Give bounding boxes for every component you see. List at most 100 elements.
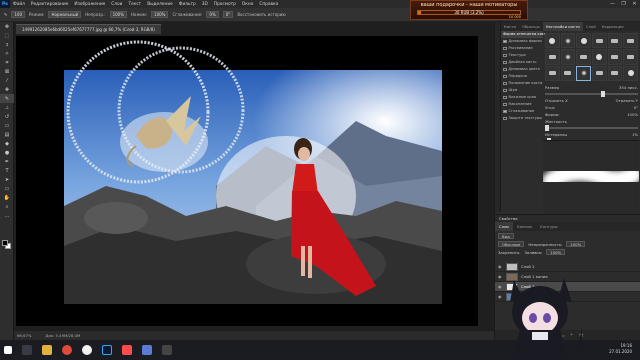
menu-edit[interactable]: Редактирование xyxy=(28,2,72,7)
explorer-icon[interactable] xyxy=(42,345,52,355)
brush-setting-texture[interactable]: Текстура xyxy=(501,52,543,59)
type-tool-icon[interactable]: T xyxy=(0,166,14,175)
brush-preset[interactable] xyxy=(607,33,623,49)
brush-preset[interactable] xyxy=(607,49,623,65)
brush-preset[interactable] xyxy=(560,49,576,65)
brush-tool-icon[interactable]: ✎ xyxy=(0,94,14,103)
blend-mode-dropdown[interactable]: Обычные xyxy=(498,241,525,247)
zoom-tool-icon[interactable]: ⌕ xyxy=(0,202,14,211)
brush-tool-icon[interactable]: ✎ xyxy=(4,12,7,17)
angle-value[interactable]: 0° xyxy=(634,104,638,111)
checkbox[interactable] xyxy=(503,95,507,100)
menu-layers[interactable]: Слои xyxy=(108,2,125,7)
hardness-slider[interactable] xyxy=(545,125,638,131)
lasso-tool-icon[interactable]: ↄ xyxy=(0,40,14,49)
path-select-tool-icon[interactable]: ➤ xyxy=(0,175,14,184)
minimize-button[interactable]: — xyxy=(607,0,618,8)
brush-preset[interactable] xyxy=(576,49,591,65)
brush-setting-wet-edges[interactable]: Влажные края xyxy=(501,94,543,101)
brush-preset[interactable] xyxy=(560,33,576,49)
gradient-tool-icon[interactable]: ▤ xyxy=(0,130,14,139)
tab-layer[interactable]: Слой xyxy=(583,22,599,31)
windows-start-icon[interactable] xyxy=(4,346,12,354)
brush-setting-shape-dynamics[interactable]: Динамика формы xyxy=(501,38,543,45)
checkbox[interactable] xyxy=(503,81,507,86)
menu-view[interactable]: Просмотр xyxy=(211,2,239,7)
tab-layers[interactable]: Слои xyxy=(495,222,513,231)
checkbox[interactable] xyxy=(503,60,507,65)
brush-setting-scattering[interactable]: Рассеивание xyxy=(501,45,543,52)
menu-image[interactable]: Изображение xyxy=(71,2,108,7)
tab-channels[interactable]: Каналы xyxy=(513,222,536,231)
tab-swatches[interactable]: Образцы xyxy=(519,22,543,31)
checkbox[interactable] xyxy=(503,74,507,79)
opacity-input[interactable]: 100% xyxy=(109,11,127,18)
maximize-button[interactable]: ❐ xyxy=(618,0,629,8)
brush-setting-tip-shape[interactable]: Форма отпечатка кисти xyxy=(501,31,548,38)
quick-select-tool-icon[interactable]: ✧ xyxy=(0,49,14,58)
history-brush-tool-icon[interactable]: ↺ xyxy=(0,112,14,121)
flip-y-checkbox[interactable]: Отразить Y xyxy=(616,97,638,104)
tab-paths[interactable]: Контуры xyxy=(536,222,561,231)
marquee-tool-icon[interactable]: ⬚ xyxy=(0,31,14,40)
eyedropper-tool-icon[interactable]: ⁄ xyxy=(0,76,14,85)
hand-tool-icon[interactable]: ✋ xyxy=(0,193,14,202)
tab-adjustments[interactable]: Коррекция xyxy=(599,22,627,31)
clone-stamp-tool-icon[interactable]: ⊥ xyxy=(0,103,14,112)
menu-filter[interactable]: Фильтр xyxy=(176,2,199,7)
close-button[interactable]: ✕ xyxy=(629,0,640,8)
brush-setting-dual-brush[interactable]: Двойная кисть xyxy=(501,59,543,66)
menu-file[interactable]: Файл xyxy=(10,2,28,7)
healing-tool-icon[interactable]: ✚ xyxy=(0,85,14,94)
foreground-color-swatch[interactable] xyxy=(2,240,8,246)
brush-preset[interactable] xyxy=(623,33,638,49)
checkbox[interactable] xyxy=(503,46,507,51)
brush-preset[interactable] xyxy=(592,65,607,81)
zoom-readout[interactable]: 66,67% xyxy=(17,331,31,340)
frame-tool-icon[interactable]: ⊠ xyxy=(0,67,14,76)
checkbox[interactable] xyxy=(503,39,507,44)
tab-brushes[interactable]: Кисти xyxy=(501,22,519,31)
brush-preset[interactable] xyxy=(592,33,607,49)
pen-tool-icon[interactable]: ✒ xyxy=(0,157,14,166)
app-icon[interactable] xyxy=(162,345,172,355)
brush-setting-protect-texture[interactable]: Защита текстуры xyxy=(501,115,543,122)
angle-input[interactable]: 0° xyxy=(222,11,234,18)
brush-setting-color-dynamics[interactable]: Динамика цвета xyxy=(501,66,543,73)
eraser-tool-icon[interactable]: ▭ xyxy=(0,121,14,130)
brush-preset[interactable] xyxy=(592,49,607,65)
brush-setting-noise[interactable]: Шум xyxy=(501,87,543,94)
brush-preset[interactable] xyxy=(545,49,560,65)
move-tool-icon[interactable]: ✥ xyxy=(0,22,14,31)
brush-preset[interactable] xyxy=(560,65,576,81)
visibility-eye-icon[interactable]: ◉ xyxy=(498,264,503,269)
roundness-value[interactable]: 100% xyxy=(627,111,638,118)
search-icon[interactable] xyxy=(22,345,32,355)
fill-input[interactable]: 100% xyxy=(546,249,566,255)
checkbox[interactable] xyxy=(503,67,507,72)
menu-window[interactable]: Окно xyxy=(239,2,256,7)
brush-preset[interactable] xyxy=(545,33,560,49)
layer-kind-filter[interactable]: Вид xyxy=(498,233,514,239)
taskbar-clock[interactable]: 19:16 27.01.2020 xyxy=(609,343,632,355)
app-icon[interactable] xyxy=(142,345,152,355)
app-icon[interactable] xyxy=(122,345,132,355)
brush-preset[interactable] xyxy=(607,65,623,81)
flow-input[interactable]: 100% xyxy=(151,11,169,18)
blur-tool-icon[interactable]: ◆ xyxy=(0,139,14,148)
layer-opacity-input[interactable]: 100% xyxy=(566,241,586,247)
rectangle-tool-icon[interactable]: ▭ xyxy=(0,184,14,193)
menu-type[interactable]: Текст xyxy=(125,2,144,7)
checkbox[interactable] xyxy=(503,88,507,93)
chrome-icon[interactable] xyxy=(62,345,72,355)
image-canvas[interactable] xyxy=(16,36,478,326)
checkbox[interactable] xyxy=(503,116,507,121)
brush-setting-buildup[interactable]: Накопление xyxy=(501,101,543,108)
brush-preset[interactable] xyxy=(623,49,638,65)
size-slider[interactable] xyxy=(545,91,638,97)
brush-preset[interactable] xyxy=(545,65,560,81)
brush-preset-selected[interactable] xyxy=(576,65,591,81)
menu-help[interactable]: Справка xyxy=(256,2,281,7)
yandex-icon[interactable] xyxy=(82,345,92,355)
brush-setting-brush-pose[interactable]: Положение кисти xyxy=(501,80,543,87)
